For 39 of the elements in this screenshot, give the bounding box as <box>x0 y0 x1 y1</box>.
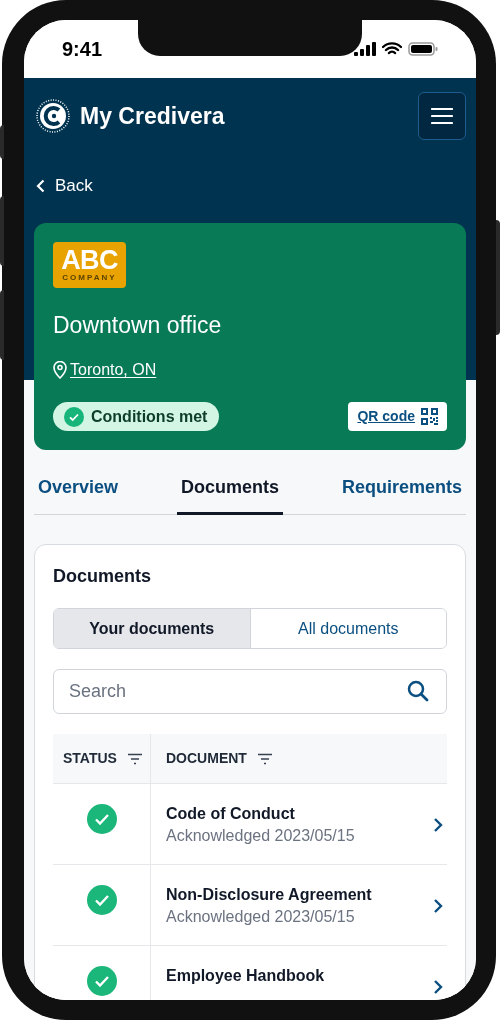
chevron-right-icon[interactable] <box>433 817 443 833</box>
back-link[interactable]: Back <box>36 173 93 199</box>
status-badge: Conditions met <box>53 402 220 431</box>
filter-icon[interactable] <box>126 752 143 765</box>
logo-icon <box>36 99 70 133</box>
chevron-left-icon <box>36 178 45 193</box>
location-link[interactable]: Toronto, ON <box>70 358 157 382</box>
tab[interactable]: Requirements <box>341 474 462 515</box>
document-title: Non-Disclosure Agreement <box>166 885 372 905</box>
qr-code-icon <box>421 408 438 425</box>
qr-code-button[interactable]: QR code <box>348 402 447 431</box>
logo-text: ABC <box>61 247 118 274</box>
tab[interactable]: Documents <box>177 474 283 515</box>
battery-icon <box>408 42 438 56</box>
section-title: Documents <box>53 565 152 588</box>
segment-button[interactable]: Your documents <box>54 609 250 648</box>
check-circle-icon <box>64 406 84 427</box>
signal-icon <box>354 42 376 56</box>
column-header: STATUS <box>63 749 117 768</box>
segment-button[interactable]: All documents <box>249 609 446 648</box>
app-title: My Credivera <box>80 101 225 131</box>
document-title: Employee Handbook <box>166 966 325 986</box>
filter-icon[interactable] <box>256 752 273 765</box>
column-header: DOCUMENT <box>166 749 247 768</box>
pin-icon <box>53 361 67 379</box>
location-title: Downtown office <box>53 310 223 340</box>
document-title: Code of Conduct <box>166 804 296 824</box>
menu-icon <box>431 108 453 124</box>
search-field[interactable]: Search <box>53 669 447 714</box>
tab[interactable]: Overview <box>38 474 119 515</box>
menu-button[interactable] <box>418 92 466 140</box>
document-status: Acknowledged 2023/05/15 <box>166 826 355 846</box>
chevron-right-icon[interactable] <box>433 898 443 914</box>
logo-subtext: COMPANY <box>62 274 117 282</box>
chevron-right-icon[interactable] <box>433 979 443 995</box>
wifi-icon <box>382 42 402 56</box>
status-time: 9:41 <box>62 37 102 62</box>
search-icon[interactable] <box>407 680 429 702</box>
document-status: Acknowledged 2023/05/15 <box>166 907 356 927</box>
